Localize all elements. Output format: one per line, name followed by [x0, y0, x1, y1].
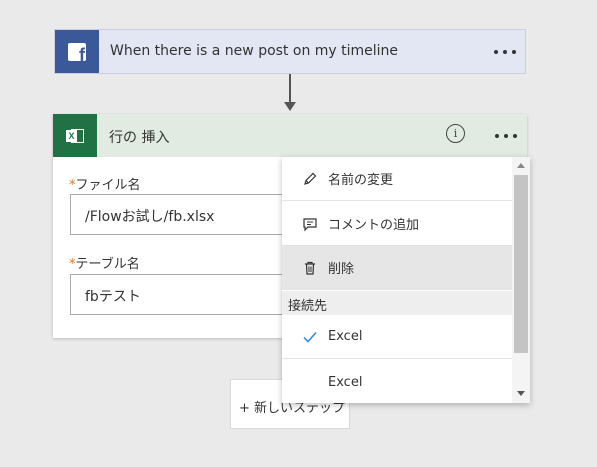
connection-label: Excel: [328, 329, 363, 344]
facebook-tile: f: [55, 30, 99, 73]
action-header[interactable]: X 行の 挿入 i: [53, 114, 527, 157]
connection-item[interactable]: Excel: [282, 360, 512, 403]
scroll-up-icon[interactable]: [517, 163, 525, 168]
menu-scrollbar[interactable]: [512, 157, 530, 403]
trash-icon: [301, 259, 319, 277]
delete-menu-item[interactable]: 削除: [282, 246, 512, 290]
connections-section-header: 接続先: [282, 291, 512, 315]
add-comment-menu-item[interactable]: コメントの追加: [282, 202, 512, 246]
scrollbar-thumb[interactable]: [514, 175, 528, 353]
table-name-label: *テーブル名: [69, 253, 140, 272]
flow-designer-canvas: f When there is a new post on my timelin…: [0, 0, 597, 467]
connector-line: [289, 74, 291, 104]
arrow-down-icon: [284, 102, 296, 111]
file-name-label: *ファイル名: [69, 174, 141, 193]
file-name-label-text: ファイル名: [75, 178, 141, 193]
rename-label: 名前の変更: [328, 173, 394, 188]
connection-label: Excel: [328, 374, 363, 390]
action-more-options-icon[interactable]: [493, 126, 519, 146]
action-options-menu: 名前の変更 コメントの追加 削除 接続先 Excel Excel: [282, 157, 530, 403]
delete-label: 削除: [328, 262, 355, 277]
action-title: 行の 挿入: [109, 130, 170, 146]
add-comment-label: コメントの追加: [328, 218, 420, 233]
table-name-label-text: テーブル名: [75, 257, 140, 272]
scroll-down-icon[interactable]: [517, 391, 525, 396]
excel-icon: X: [66, 127, 84, 145]
facebook-icon: f: [68, 42, 86, 61]
rename-menu-item[interactable]: 名前の変更: [282, 157, 512, 201]
trigger-card[interactable]: f When there is a new post on my timelin…: [54, 29, 526, 74]
excel-tile: X: [53, 114, 97, 157]
trigger-title: When there is a new post on my timeline: [110, 43, 399, 59]
connection-item-selected[interactable]: Excel: [282, 315, 512, 359]
empty-icon: [301, 373, 319, 391]
comment-icon: [301, 215, 319, 233]
pencil-icon: [301, 170, 319, 188]
checkmark-icon: [301, 328, 319, 346]
info-icon[interactable]: i: [446, 124, 465, 143]
trigger-more-options-icon[interactable]: [492, 42, 518, 62]
